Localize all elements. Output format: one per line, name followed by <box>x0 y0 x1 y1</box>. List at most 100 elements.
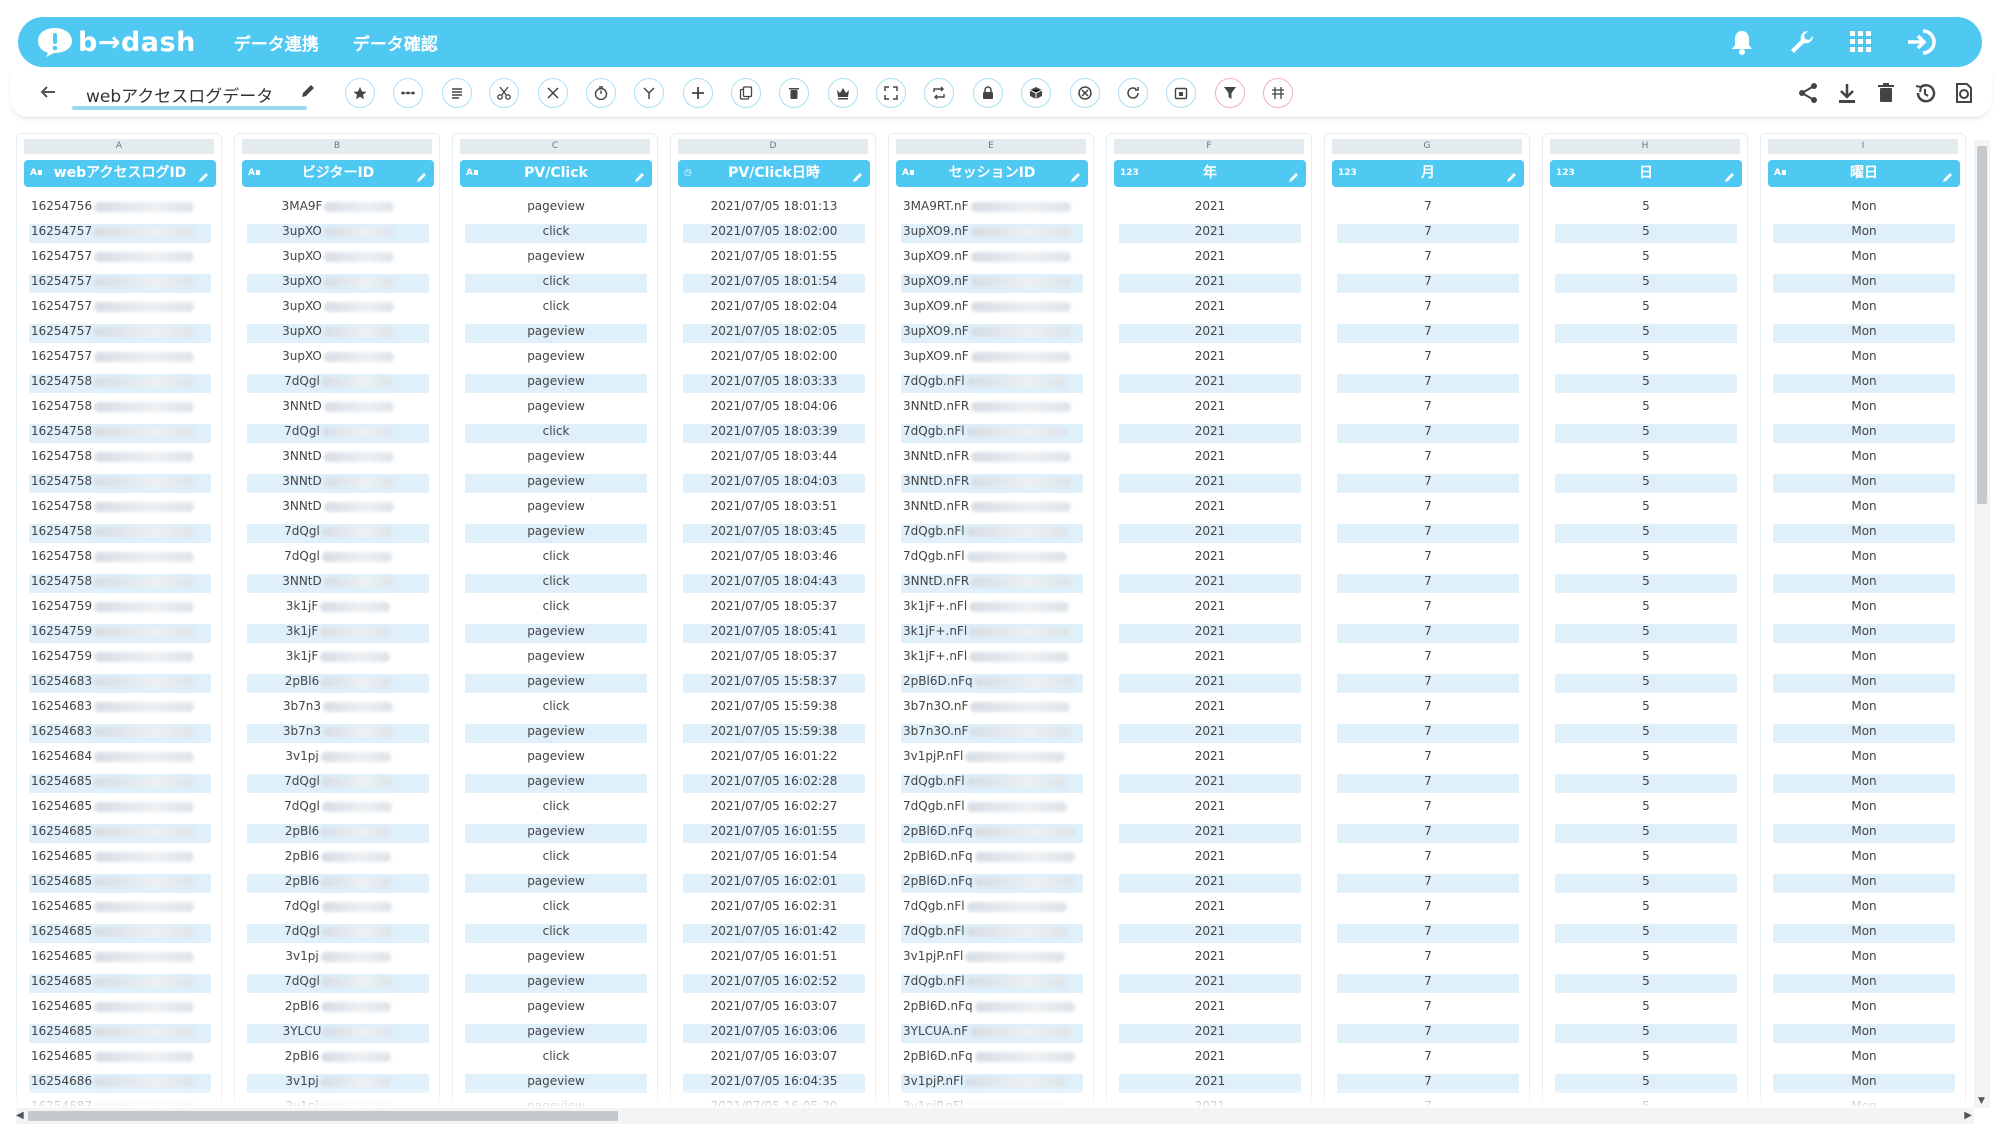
column-header[interactable]: A∎ ビジターID <box>242 160 434 187</box>
table-cell[interactable]: 3v1pj <box>242 747 434 772</box>
table-cell[interactable]: 7 <box>1332 697 1524 722</box>
table-cell[interactable]: 5 <box>1550 922 1742 947</box>
table-cell[interactable]: 2021/07/05 18:04:03 <box>678 472 870 497</box>
table-cell[interactable]: pageview <box>460 747 652 772</box>
table-cell[interactable]: 3upXO9.nF <box>896 347 1088 372</box>
table-cell[interactable]: 2021 <box>1114 597 1306 622</box>
table-cell[interactable]: 5 <box>1550 697 1742 722</box>
tool-button-timer[interactable] <box>586 78 616 108</box>
table-cell[interactable]: click <box>460 572 652 597</box>
table-cell[interactable]: 16254683 <box>24 672 216 697</box>
table-cell[interactable]: 7dQgl <box>242 372 434 397</box>
table-cell[interactable]: 5 <box>1550 722 1742 747</box>
table-cell[interactable]: 16254685 <box>24 847 216 872</box>
table-cell[interactable]: 5 <box>1550 247 1742 272</box>
table-cell[interactable]: click <box>460 222 652 247</box>
table-cell[interactable]: 5 <box>1550 972 1742 997</box>
table-cell[interactable]: pageview <box>460 522 652 547</box>
table-cell[interactable]: Mon <box>1768 372 1960 397</box>
edit-title-pencil-icon[interactable] <box>300 83 316 99</box>
column-header[interactable]: A∎ 曜日 <box>1768 160 1960 187</box>
table-cell[interactable]: 3b7n3 <box>242 722 434 747</box>
edit-column-pencil-icon[interactable] <box>1070 166 1082 193</box>
table-cell[interactable]: 7dQgl <box>242 897 434 922</box>
edit-column-pencil-icon[interactable] <box>1942 166 1954 193</box>
table-cell[interactable]: Mon <box>1768 322 1960 347</box>
table-cell[interactable]: 16254758 <box>24 547 216 572</box>
table-cell[interactable]: 2021 <box>1114 1047 1306 1072</box>
table-cell[interactable]: Mon <box>1768 647 1960 672</box>
table-cell[interactable]: pageview <box>460 322 652 347</box>
table-cell[interactable]: 5 <box>1550 522 1742 547</box>
table-cell[interactable]: 7 <box>1332 897 1524 922</box>
table-cell[interactable]: 7 <box>1332 1022 1524 1047</box>
column-header[interactable]: A∎ webアクセスログID <box>24 160 216 187</box>
table-cell[interactable]: Mon <box>1768 972 1960 997</box>
table-cell[interactable]: 16254758 <box>24 447 216 472</box>
vertical-scrollbar[interactable]: ▼ <box>1974 140 1990 1108</box>
tool-button-star[interactable] <box>345 78 375 108</box>
bell-icon[interactable] <box>1730 29 1754 55</box>
table-cell[interactable]: 7dQgl <box>242 797 434 822</box>
column-header[interactable]: ◷ PV/Click日時 <box>678 160 870 187</box>
table-cell[interactable]: 7dQgb.nFl <box>896 772 1088 797</box>
tool-button-crown[interactable] <box>828 78 858 108</box>
table-cell[interactable]: Mon <box>1768 1047 1960 1072</box>
table-cell[interactable]: 2021 <box>1114 347 1306 372</box>
table-cell[interactable]: pageview <box>460 472 652 497</box>
tool-button-refresh[interactable] <box>1118 78 1148 108</box>
table-cell[interactable]: pageview <box>460 197 652 222</box>
table-cell[interactable]: 2021/07/05 16:03:06 <box>678 1022 870 1047</box>
table-cell[interactable]: 2pBl6 <box>242 872 434 897</box>
table-cell[interactable]: 2pBl6D.nFq <box>896 672 1088 697</box>
column-letter[interactable]: B <box>242 139 432 154</box>
table-cell[interactable]: 3b7n3O.nF <box>896 697 1088 722</box>
table-cell[interactable]: 2021/07/05 18:01:54 <box>678 272 870 297</box>
table-cell[interactable]: 3NNtD <box>242 472 434 497</box>
table-cell[interactable]: 16254758 <box>24 372 216 397</box>
table-cell[interactable]: Mon <box>1768 922 1960 947</box>
table-cell[interactable]: 7 <box>1332 997 1524 1022</box>
table-cell[interactable]: 7dQgb.nFl <box>896 797 1088 822</box>
column-header[interactable]: A∎ セッションID <box>896 160 1088 187</box>
table-cell[interactable]: 2021/07/05 18:03:51 <box>678 497 870 522</box>
table-cell[interactable]: pageview <box>460 347 652 372</box>
table-cell[interactable]: 16254759 <box>24 647 216 672</box>
table-cell[interactable]: 7dQgl <box>242 922 434 947</box>
table-cell[interactable]: 2021 <box>1114 447 1306 472</box>
table-cell[interactable]: 2021 <box>1114 897 1306 922</box>
table-cell[interactable]: 16254758 <box>24 472 216 497</box>
table-cell[interactable]: click <box>460 897 652 922</box>
share-icon[interactable] <box>1796 81 1820 105</box>
table-cell[interactable]: 2021/07/05 18:04:06 <box>678 397 870 422</box>
table-cell[interactable]: Mon <box>1768 297 1960 322</box>
table-cell[interactable]: 2021/07/05 18:04:43 <box>678 572 870 597</box>
table-cell[interactable]: 2021/07/05 18:05:41 <box>678 622 870 647</box>
table-cell[interactable]: Mon <box>1768 422 1960 447</box>
table-cell[interactable]: 7dQgl <box>242 547 434 572</box>
table-cell[interactable]: pageview <box>460 1022 652 1047</box>
table-cell[interactable]: 7 <box>1332 622 1524 647</box>
tool-button-merge[interactable] <box>538 78 568 108</box>
table-cell[interactable]: Mon <box>1768 1022 1960 1047</box>
table-cell[interactable]: 2021/07/05 18:01:13 <box>678 197 870 222</box>
column-letter[interactable]: G <box>1332 139 1522 154</box>
table-cell[interactable]: Mon <box>1768 722 1960 747</box>
table-cell[interactable]: 2021/07/05 18:01:55 <box>678 247 870 272</box>
table-cell[interactable]: 3NNtD.nFR <box>896 472 1088 497</box>
table-cell[interactable]: 2021 <box>1114 1022 1306 1047</box>
table-cell[interactable]: click <box>460 847 652 872</box>
table-cell[interactable]: 2021 <box>1114 697 1306 722</box>
nav-link-data-check[interactable]: データ確認 <box>353 30 438 55</box>
table-cell[interactable]: 2pBl6 <box>242 822 434 847</box>
table-cell[interactable]: 7 <box>1332 272 1524 297</box>
table-cell[interactable]: 2021 <box>1114 297 1306 322</box>
table-cell[interactable]: 5 <box>1550 422 1742 447</box>
table-cell[interactable]: 7 <box>1332 722 1524 747</box>
table-cell[interactable]: 2021 <box>1114 622 1306 647</box>
table-cell[interactable]: 3k1jF <box>242 647 434 672</box>
edit-column-pencil-icon[interactable] <box>852 166 864 193</box>
table-cell[interactable]: 2021/07/05 15:58:37 <box>678 672 870 697</box>
table-cell[interactable]: 5 <box>1550 572 1742 597</box>
table-cell[interactable]: pageview <box>460 622 652 647</box>
